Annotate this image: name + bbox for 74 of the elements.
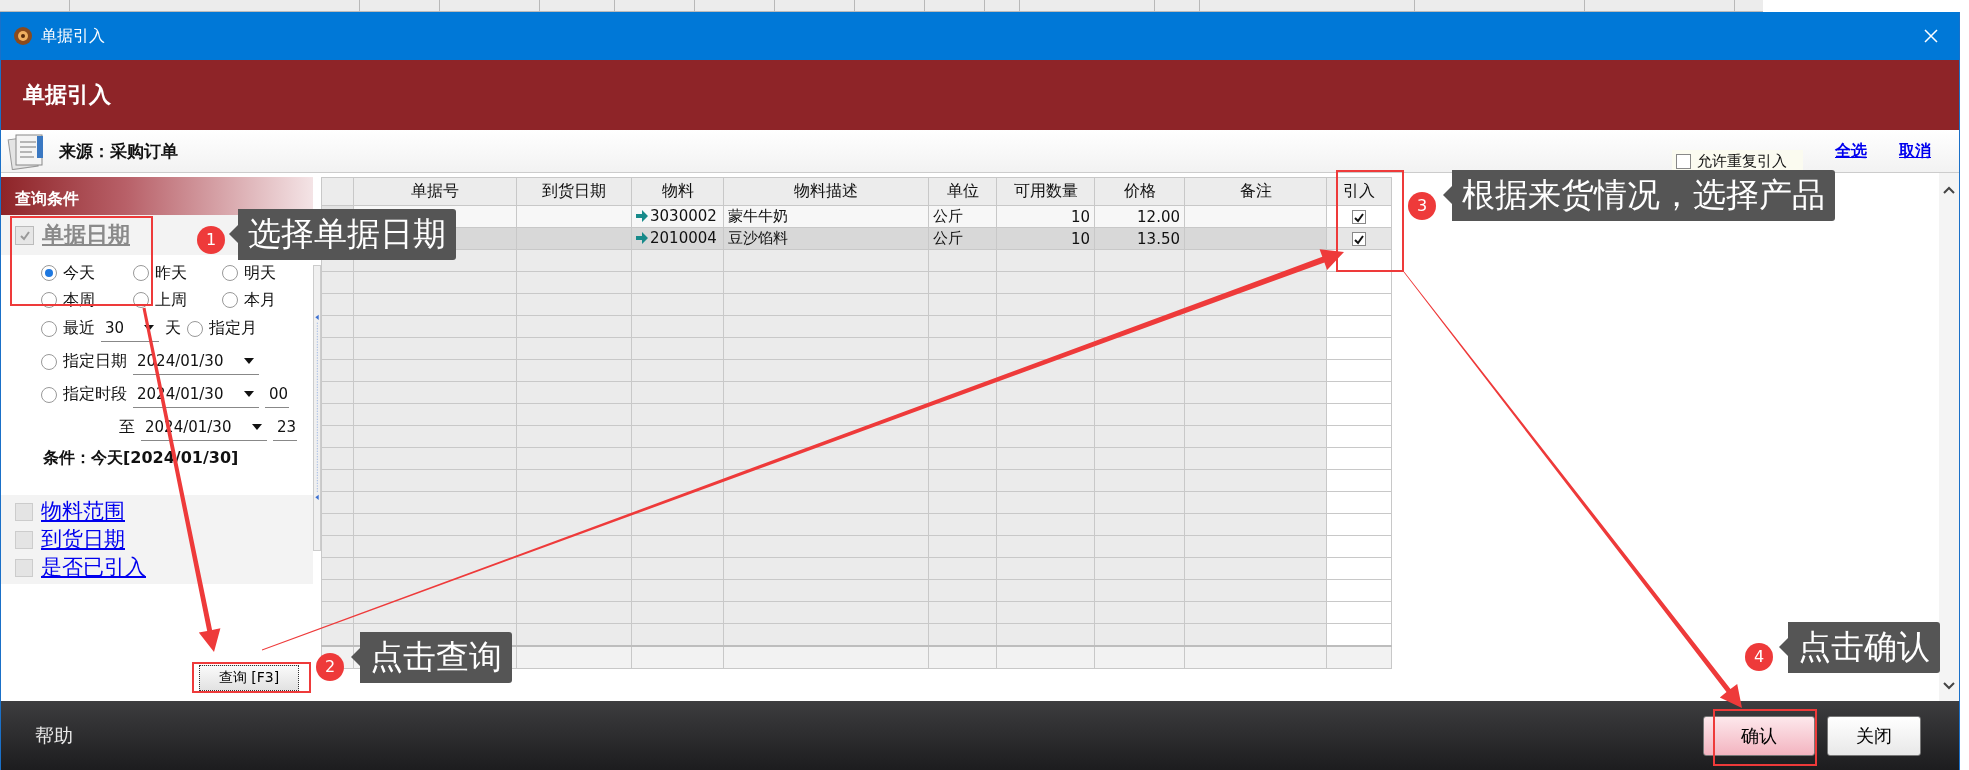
option-label: 指定时段	[63, 384, 127, 405]
column-header[interactable]: 引入	[1326, 177, 1392, 206]
option-label: 上周	[155, 289, 187, 311]
option-label: 明天	[244, 262, 276, 284]
link[interactable]: 取消	[1899, 140, 1931, 162]
checkbox[interactable]	[15, 558, 33, 577]
table-cell: 蒙牛牛奶	[723, 205, 929, 228]
column-header[interactable]: 单位	[928, 177, 997, 206]
scroll-down-icon	[1942, 681, 1956, 691]
checkbox[interactable]	[1352, 210, 1366, 224]
close-icon[interactable]	[1923, 28, 1939, 44]
caret-icon	[243, 357, 255, 365]
radio-button[interactable]	[41, 386, 57, 403]
source-label: 来源：采购订单	[59, 139, 178, 163]
table-cell: 豆沙馅料	[723, 227, 929, 250]
caret-icon	[251, 423, 263, 431]
radio-button[interactable]	[133, 265, 149, 281]
radio-button[interactable]	[222, 292, 238, 308]
option-label: 至	[119, 417, 135, 438]
app-icon	[13, 26, 33, 46]
column-header[interactable]: 单据号	[353, 177, 517, 206]
link[interactable]: 全选	[1835, 140, 1867, 162]
checkbox[interactable]	[15, 530, 33, 549]
column-header[interactable]: 可用数量	[996, 177, 1095, 206]
input-field[interactable]: 00	[265, 381, 289, 408]
option-label: 指定日期	[63, 351, 127, 372]
table-cell: 2010004	[650, 229, 717, 247]
radio-button[interactable]	[41, 353, 57, 370]
column-header[interactable]: 价格	[1094, 177, 1185, 206]
help-link[interactable]: 帮助	[35, 723, 73, 749]
radio-button[interactable]	[222, 265, 238, 281]
step-tooltip: 根据来货情况，选择产品	[1443, 170, 1835, 221]
dialog-heading: 单据引入	[23, 81, 111, 109]
filter-link[interactable]: 到货日期	[41, 527, 125, 552]
arrow-icon	[636, 232, 648, 244]
step-tooltip: 点击确认	[1779, 622, 1940, 673]
radio-button[interactable]	[41, 320, 57, 337]
scroll-up-icon	[1942, 185, 1956, 195]
filter-link[interactable]: 物料范围	[41, 499, 125, 524]
table-cell: 3030002	[650, 207, 717, 225]
column-header[interactable]: 物料描述	[723, 177, 929, 206]
query-button[interactable]: 查询 [F3]	[199, 665, 299, 691]
checkbox[interactable]	[1676, 154, 1691, 169]
checkbox-label: 允许重复引入	[1697, 152, 1787, 171]
splitter-handle[interactable]	[313, 265, 321, 551]
confirm-button[interactable]: 确认	[1703, 716, 1815, 756]
filter-link[interactable]: 是否已引入	[41, 555, 146, 580]
arrow-icon	[636, 210, 648, 222]
column-header[interactable]: 到货日期	[516, 177, 632, 206]
option-label: 本月	[244, 289, 276, 311]
step-tooltip: 点击查询	[351, 632, 512, 683]
option-label: 今天	[63, 262, 95, 284]
panel-header: 查询条件	[1, 177, 313, 215]
option-label: 指定月	[209, 318, 257, 339]
checkmark-icon	[1353, 211, 1365, 223]
checkbox[interactable]	[15, 502, 33, 521]
caret-icon	[243, 390, 255, 398]
radio-button[interactable]	[41, 265, 57, 281]
checkmark-icon	[1353, 233, 1365, 245]
checkmark-icon	[18, 229, 31, 241]
column-header[interactable]: 物料	[631, 177, 724, 206]
option-label: 最近	[63, 318, 95, 339]
step-tooltip: 选择单据日期	[229, 209, 456, 260]
filter-label: 单据日期	[42, 221, 130, 249]
close-button[interactable]: 关闭	[1827, 716, 1921, 756]
checkbox[interactable]	[1352, 232, 1366, 246]
document-icon	[7, 132, 45, 170]
option-label: 昨天	[155, 262, 187, 284]
unit-label: 天	[165, 318, 181, 339]
column-header[interactable]: 备注	[1184, 177, 1327, 206]
scrollbar[interactable]	[1939, 173, 1959, 701]
input-field[interactable]: 23	[273, 414, 297, 441]
radio-button[interactable]	[187, 320, 203, 337]
window-title: 单据引入	[41, 25, 105, 47]
